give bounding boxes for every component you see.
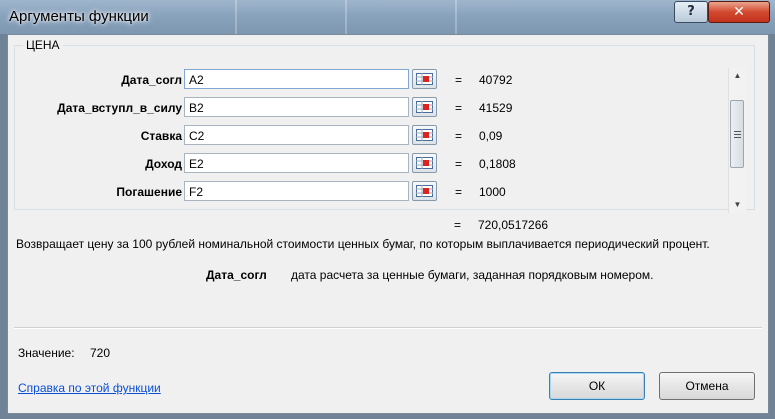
- range-select-button[interactable]: [412, 153, 437, 173]
- argument-row: Погашение F2 = 1000: [15, 181, 754, 205]
- range-select-icon: [416, 157, 433, 169]
- equals-sign: =: [455, 129, 463, 143]
- argument-result: 0,09: [479, 129, 503, 143]
- range-select-icon: [416, 185, 433, 197]
- argument-label: Погашение: [116, 185, 182, 199]
- range-select-button[interactable]: [412, 125, 437, 145]
- equals-sign: =: [455, 101, 463, 115]
- function-name: ЦЕНА: [23, 38, 63, 52]
- range-select-button[interactable]: [412, 69, 437, 89]
- argument-result: 1000: [479, 185, 506, 199]
- argument-label: Дата_согл: [121, 73, 182, 87]
- scroll-up-icon[interactable]: ▲: [729, 68, 746, 84]
- argument-result: 0,1808: [479, 157, 516, 171]
- grip-line: [734, 134, 741, 135]
- equals-sign: =: [455, 185, 463, 199]
- range-select-button[interactable]: [412, 97, 437, 117]
- argument-row: Дата_вступл_в_силу B2 = 41529: [15, 97, 754, 121]
- background-divider: [455, 0, 457, 34]
- argument-result: 41529: [479, 101, 513, 115]
- argument-label: Ставка: [140, 129, 182, 143]
- scrollbar-thumb[interactable]: [730, 100, 744, 168]
- argument-input[interactable]: C2: [184, 125, 409, 145]
- argument-row: Ставка C2 = 0,09: [15, 125, 754, 149]
- function-description: Возвращает цену за 100 рублей номинально…: [16, 237, 710, 251]
- grip-line: [734, 137, 741, 138]
- range-select-icon: [416, 129, 433, 141]
- window-title: Аргументы функции: [9, 8, 149, 25]
- argument-input[interactable]: E2: [184, 153, 409, 173]
- argument-help-name: Дата_согл: [206, 268, 267, 282]
- argument-row: Дата_согл A2 = 40792: [15, 69, 754, 93]
- title-bar[interactable]: Аргументы функции ? ✕: [0, 0, 775, 34]
- argument-label: Доход: [145, 157, 182, 171]
- value-label: Значение:: [18, 346, 75, 360]
- range-select-icon: [416, 73, 433, 85]
- equals-sign: =: [455, 157, 463, 171]
- function-help-link[interactable]: Справка по этой функции: [18, 381, 161, 395]
- argument-row: Доход E2 = 0,1808: [15, 153, 754, 177]
- argument-label: Дата_вступл_в_силу: [57, 101, 182, 115]
- result-equals: =: [454, 218, 462, 232]
- grip-line: [734, 131, 741, 132]
- argument-input[interactable]: A2: [184, 69, 409, 89]
- argument-input[interactable]: F2: [184, 181, 409, 201]
- arguments-scrollbar[interactable]: ▲ ▼: [728, 68, 746, 213]
- help-button[interactable]: ?: [674, 1, 708, 23]
- equals-sign: =: [455, 73, 463, 87]
- close-button[interactable]: ✕: [708, 1, 770, 23]
- formula-result: 720,0517266: [478, 218, 549, 232]
- value-number: 720: [90, 346, 111, 360]
- ok-button[interactable]: ОК: [549, 372, 645, 400]
- range-select-button[interactable]: [412, 181, 437, 201]
- background-divider: [345, 0, 347, 34]
- cancel-button[interactable]: Отмена: [659, 372, 755, 400]
- argument-input[interactable]: B2: [184, 97, 409, 117]
- range-select-icon: [416, 101, 433, 113]
- argument-result: 40792: [479, 73, 513, 87]
- dialog-body: ЦЕНА Дата_согл A2 = 40792 Дата_вступл_в_…: [7, 34, 769, 414]
- divider: [14, 327, 762, 329]
- argument-help-text: дата расчета за ценные бумаги, заданная …: [291, 268, 654, 282]
- background-divider: [235, 0, 237, 34]
- scroll-down-icon[interactable]: ▼: [729, 197, 746, 213]
- arguments-group: ЦЕНА Дата_согл A2 = 40792 Дата_вступл_в_…: [14, 38, 755, 213]
